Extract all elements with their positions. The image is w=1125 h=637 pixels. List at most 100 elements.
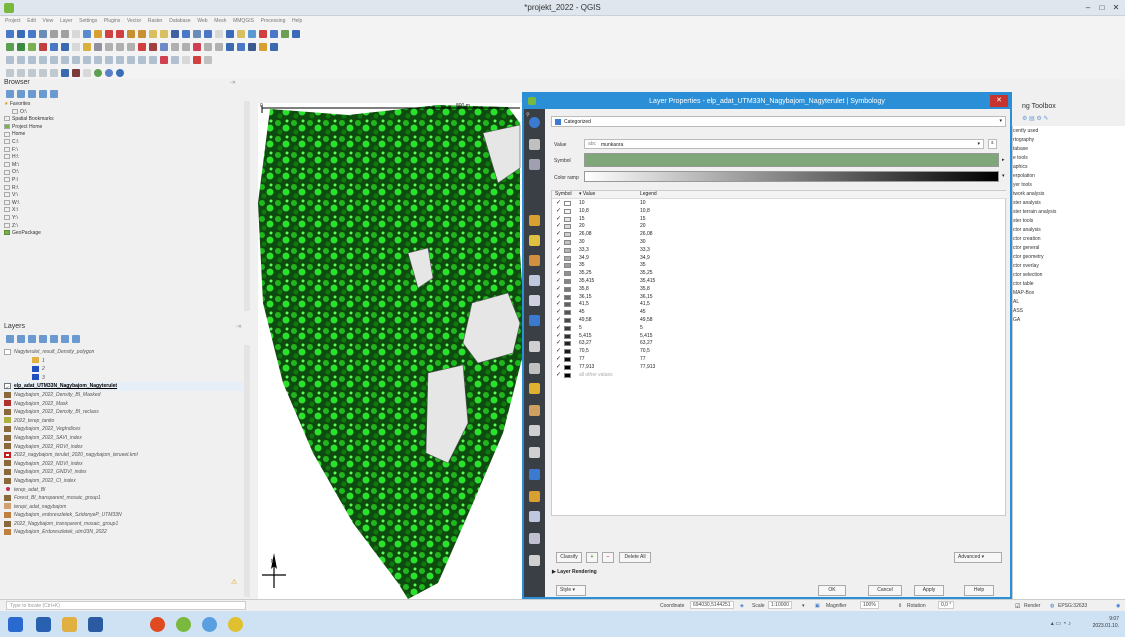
layer-item[interactable]: terepi_adat_nagybajom xyxy=(4,503,244,512)
attributes-form-tab-icon[interactable] xyxy=(529,315,540,326)
browser-item[interactable]: ★ Favorites xyxy=(4,101,244,109)
toolbox-item[interactable]: e tools xyxy=(1013,155,1028,161)
tracing-icon[interactable] xyxy=(204,55,212,64)
color-ramp-button[interactable] xyxy=(584,171,999,182)
rendering-tab-icon[interactable] xyxy=(529,425,540,436)
filter-legend-icon[interactable] xyxy=(39,335,47,343)
browser-item[interactable]: Y:\ xyxy=(4,215,244,223)
menu-view[interactable]: View xyxy=(43,16,54,27)
browser-item[interactable]: C:\ xyxy=(4,139,244,147)
apply-button[interactable]: Apply xyxy=(914,585,944,596)
lock-icon[interactable]: ▣ xyxy=(815,603,820,609)
advanced-button[interactable]: Advanced ▾ xyxy=(954,552,1002,563)
raster-histogram-icon[interactable] xyxy=(72,68,80,77)
toolbox-item[interactable]: ster tools xyxy=(1013,218,1033,224)
field-calculator-icon[interactable] xyxy=(259,29,267,38)
category-row[interactable]: ✓ 49,58 49,58 xyxy=(552,317,1007,325)
layer-item[interactable]: Nagybajom_2022_VegIndices xyxy=(4,425,244,434)
layout-manager-icon[interactable] xyxy=(61,29,69,38)
identify-icon[interactable] xyxy=(226,29,234,38)
other-values-row[interactable]: ✓ all other values xyxy=(552,372,1007,380)
web-icon[interactable] xyxy=(116,68,124,77)
new-project-icon[interactable] xyxy=(6,29,14,38)
category-swatch[interactable] xyxy=(564,364,571,370)
category-row[interactable]: ✓ 33,3 33,3 xyxy=(552,247,1007,255)
filter-browser-icon[interactable] xyxy=(28,90,36,98)
rotation-stepper-icon[interactable]: ⇕ xyxy=(898,603,902,609)
pan-to-selection-icon[interactable] xyxy=(94,29,102,38)
gps-icon[interactable] xyxy=(94,68,102,77)
rotate-point-icon[interactable] xyxy=(138,55,146,64)
bookmark-icon[interactable] xyxy=(193,29,201,38)
browser-item[interactable]: Home xyxy=(4,131,244,139)
category-row[interactable]: ✓ 26,08 26,08 xyxy=(552,231,1007,239)
menu-project[interactable]: Project xyxy=(5,16,21,27)
category-row[interactable]: ✓ 36,15 36,15 xyxy=(552,294,1007,302)
mesh-editing-icon[interactable] xyxy=(6,68,14,77)
cancel-button[interactable]: Cancel xyxy=(868,585,902,596)
column-header-legend[interactable]: Legend xyxy=(640,191,657,199)
python-console-icon[interactable] xyxy=(237,42,245,51)
word-icon[interactable] xyxy=(36,617,51,632)
add-postgis-layer-icon[interactable] xyxy=(50,42,58,51)
category-swatch[interactable] xyxy=(564,255,571,261)
category-row[interactable]: ✓ 77,913 77,913 xyxy=(552,364,1007,372)
qgis-taskbar-icon[interactable] xyxy=(176,617,191,632)
category-row[interactable]: ✓ 15 15 xyxy=(552,216,1007,224)
menu-mmqgis[interactable]: MMQGIS xyxy=(233,16,254,27)
category-row[interactable]: ✓ 30 30 xyxy=(552,239,1007,247)
locator-input[interactable]: Type to locate (Ctrl+K) xyxy=(6,601,246,610)
3d-view-tab-icon[interactable] xyxy=(529,255,540,266)
browser-item[interactable]: Z:\ xyxy=(4,223,244,231)
remove-layer-icon[interactable] xyxy=(72,335,80,343)
toolbox-item[interactable]: AL xyxy=(1013,299,1019,305)
add-selected-layers-icon[interactable] xyxy=(6,90,14,98)
add-csv-layer-icon[interactable] xyxy=(28,42,36,51)
toolbox-item[interactable]: ster analysis xyxy=(1013,200,1041,206)
mesh-transform-icon[interactable] xyxy=(28,68,36,77)
qgis-secondary-taskbar-icon[interactable] xyxy=(202,617,217,632)
render-checkbox[interactable]: ☑ xyxy=(1015,603,1020,610)
snapping-icon[interactable] xyxy=(193,55,201,64)
category-swatch[interactable] xyxy=(564,294,571,300)
save-app-icon[interactable] xyxy=(88,617,103,632)
category-row[interactable]: ✓ 77 77 xyxy=(552,356,1007,364)
category-swatch[interactable] xyxy=(564,216,571,222)
toolbox-item[interactable]: twork analysis xyxy=(1013,191,1044,197)
browser-item[interactable]: O:\ xyxy=(4,169,244,177)
zoom-layer-icon[interactable] xyxy=(138,29,146,38)
toolbox-item[interactable]: rtography xyxy=(1013,137,1034,143)
category-swatch[interactable] xyxy=(564,247,571,253)
category-checkbox[interactable]: ✓ xyxy=(556,255,561,263)
category-swatch[interactable] xyxy=(564,271,571,277)
redo-icon[interactable] xyxy=(182,42,190,51)
text-annotation-icon[interactable] xyxy=(171,55,179,64)
temporal-tab-icon[interactable] xyxy=(529,447,540,458)
browser-item[interactable]: Spatial Bookmarks xyxy=(4,116,244,124)
copy-features-icon[interactable] xyxy=(149,42,157,51)
dialog-close-button[interactable]: ✕ xyxy=(990,95,1008,107)
joins-tab-icon[interactable] xyxy=(529,341,540,352)
metadata-tab-icon[interactable] xyxy=(529,491,540,502)
category-row[interactable]: ✓ 10 10 xyxy=(552,200,1007,208)
auxiliary-storage-tab-icon[interactable] xyxy=(529,363,540,374)
toolbox-item[interactable]: ctor selection xyxy=(1013,272,1042,278)
reshape-icon[interactable] xyxy=(72,55,80,64)
menu-edit[interactable]: Edit xyxy=(27,16,36,27)
dependencies-tab-icon[interactable] xyxy=(529,511,540,522)
zoom-last-icon[interactable] xyxy=(160,29,168,38)
zoom-next-icon[interactable] xyxy=(171,29,179,38)
variables-tab-icon[interactable] xyxy=(529,469,540,480)
category-swatch[interactable] xyxy=(564,286,571,292)
category-checkbox[interactable]: ✓ xyxy=(556,294,561,302)
print-layout-icon[interactable] xyxy=(50,29,58,38)
ramp-dropdown-icon[interactable]: ▾ xyxy=(1002,171,1008,182)
category-swatch[interactable] xyxy=(564,357,571,362)
category-swatch[interactable] xyxy=(564,279,571,284)
menu-layer[interactable]: Layer xyxy=(60,16,73,27)
add-vector-layer-icon[interactable] xyxy=(6,42,14,51)
georeferencer-icon[interactable] xyxy=(259,42,267,51)
statistics-icon[interactable] xyxy=(270,29,278,38)
layer-item[interactable]: Nagybajom_2022_GNDVI_index xyxy=(4,468,244,477)
category-row[interactable]: ✓ 41,5 41,5 xyxy=(552,301,1007,309)
